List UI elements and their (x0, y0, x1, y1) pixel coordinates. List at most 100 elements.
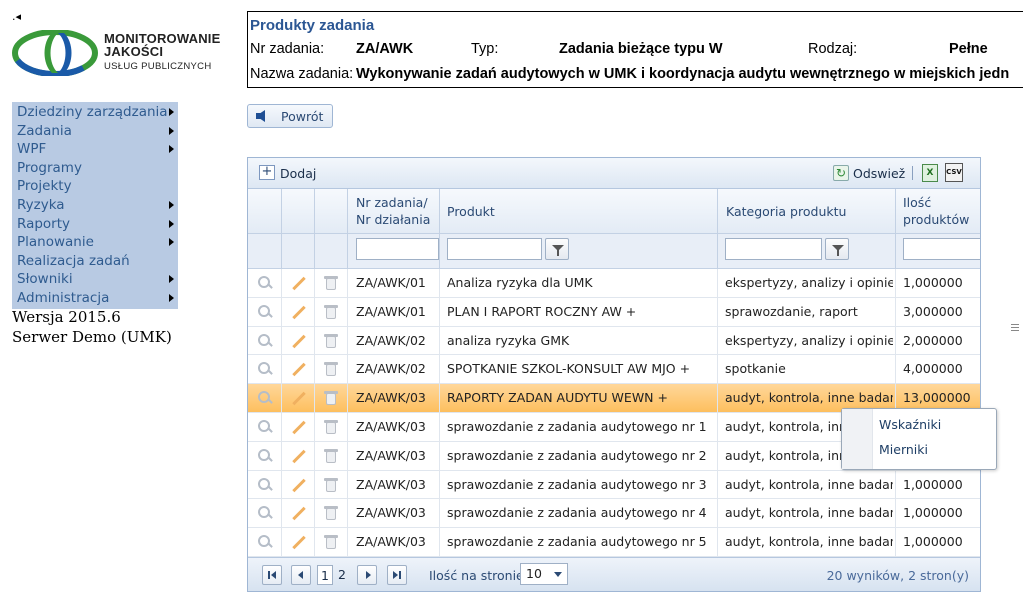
pencil-icon[interactable] (290, 275, 306, 291)
excel-export-icon[interactable]: X (922, 164, 938, 182)
menu-item[interactable]: Planowanie (12, 233, 178, 252)
column-ilosc-line1: Ilość (903, 195, 932, 210)
menu-item[interactable]: Dziedziny zarządzania (12, 103, 178, 122)
magnifier-icon[interactable] (257, 448, 273, 464)
column-ilosc[interactable]: Ilość produktów (903, 194, 969, 228)
pencil-icon[interactable] (290, 333, 306, 349)
submenu-arrow-icon (169, 293, 174, 302)
filter-kategoria-input[interactable] (725, 238, 822, 260)
add-button[interactable]: Dodaj (280, 166, 316, 181)
cell-nr: ZA/AWK/02 (356, 361, 426, 377)
filter-kategoria-button[interactable] (825, 238, 849, 260)
logo: MONITOROWANIE JAKOŚCI USŁUG PUBLICZNYCH (12, 30, 244, 78)
table-row[interactable]: ZA/AWK/03 sprawozdanie z zadania audytowe… (248, 499, 980, 529)
server-label: Serwer Demo (UMK) (12, 328, 172, 346)
nazwa-value: Wykonywanie zadań audytowych w UMK i koo… (356, 66, 1010, 82)
magnifier-icon[interactable] (257, 304, 273, 320)
last-page-button[interactable] (387, 565, 407, 585)
menu-item-label: Administracja (17, 289, 110, 306)
table-row[interactable]: ZA/AWK/02 SPOTKANIE SZKOL-KONSULT AW MJO … (248, 355, 980, 385)
pencil-icon[interactable] (290, 505, 306, 521)
trash-icon[interactable] (323, 419, 339, 435)
menu-item[interactable]: WPF (12, 140, 178, 159)
menu-item[interactable]: Projekty (12, 177, 178, 196)
menu-item[interactable]: Słowniki (12, 270, 178, 289)
menu-item[interactable]: Realizacja zadań (12, 252, 178, 271)
prev-page-button[interactable] (291, 565, 311, 585)
trash-icon[interactable] (323, 304, 339, 320)
grid-toolbar: + Dodaj ↻ Odswiež X CSV (248, 158, 980, 189)
refresh-icon[interactable]: ↻ (833, 165, 849, 181)
menu-item[interactable]: Ryzyka (12, 196, 178, 215)
cell-produkt: sprawozdanie z zadania audytowego nr 2 (447, 447, 707, 463)
pencil-icon[interactable] (290, 304, 306, 320)
menu-item[interactable]: Raporty (12, 215, 178, 234)
cell-nr: ZA/AWK/03 (356, 418, 426, 434)
trash-icon[interactable] (323, 448, 339, 464)
trash-icon[interactable] (323, 477, 339, 493)
column-nr[interactable]: Nr zadania/ Nr działania (356, 194, 430, 228)
menu-item[interactable]: Administracja (12, 289, 178, 308)
pencil-icon[interactable] (290, 477, 306, 493)
cell-produkt: SPOTKANIE SZKOL-KONSULT AW MJO + (447, 361, 691, 377)
trash-icon[interactable] (323, 505, 339, 521)
magnifier-icon[interactable] (257, 333, 273, 349)
pencil-icon[interactable] (290, 361, 306, 377)
submenu-arrow-icon (169, 126, 174, 135)
products-grid: + Dodaj ↻ Odswiež X CSV Nr zadania/ Nr d… (247, 157, 981, 592)
magnifier-icon[interactable] (257, 390, 273, 406)
filter-produkt-button[interactable] (545, 238, 569, 260)
menu-item[interactable]: Programy (12, 159, 178, 178)
column-nr-line2: Nr działania (356, 212, 431, 227)
back-button[interactable]: Powrót (247, 104, 333, 128)
trash-icon[interactable] (323, 534, 339, 550)
page-2-button[interactable]: 2 (336, 565, 348, 585)
next-page-button[interactable] (357, 565, 377, 585)
magnifier-icon[interactable] (257, 505, 273, 521)
browser-back-icon[interactable]: .◂ (12, 10, 21, 23)
trash-icon[interactable] (323, 390, 339, 406)
magnifier-icon[interactable] (257, 361, 273, 377)
refresh-button[interactable]: Odswiež (853, 166, 905, 181)
grid-filter-row (248, 234, 980, 269)
menu-item-label: Dziedziny zarządzania (17, 104, 168, 120)
scrollbar-grip[interactable] (1011, 324, 1019, 334)
table-row[interactable]: ZA/AWK/03 sprawozdanie z zadania audytowe… (248, 528, 980, 557)
menu-item-label: Słowniki (17, 271, 73, 288)
pencil-icon[interactable] (290, 390, 306, 406)
magnifier-icon[interactable] (257, 477, 273, 493)
csv-export-icon[interactable]: CSV (945, 163, 963, 182)
magnifier-icon[interactable] (257, 419, 273, 435)
pencil-icon[interactable] (290, 448, 306, 464)
page-1-button[interactable]: 1 (317, 565, 333, 585)
magnifier-icon[interactable] (257, 534, 273, 550)
submenu-arrow-icon (169, 145, 174, 154)
filter-nr-input[interactable] (356, 238, 439, 260)
column-produkt[interactable]: Produkt (447, 203, 495, 220)
table-row[interactable]: ZA/AWK/01 PLAN I RAPORT ROCZNY AW + sprawo… (248, 297, 980, 327)
table-row[interactable]: ZA/AWK/01 Analiza ryzyka dla UMK ekspertyz… (248, 269, 980, 298)
magnifier-icon[interactable] (257, 275, 273, 291)
menu-item-label: Zadania (17, 122, 72, 139)
page-size-select[interactable]: 10 (520, 563, 568, 585)
filter-ilosc-input[interactable] (903, 238, 980, 260)
trash-icon[interactable] (323, 333, 339, 349)
table-row[interactable]: ZA/AWK/03 sprawozdanie z zadania audytowe… (248, 470, 980, 500)
context-item-mierniki[interactable]: Mierniki (879, 442, 928, 457)
column-kategoria[interactable]: Kategoria produktu (726, 203, 846, 220)
pencil-icon[interactable] (290, 419, 306, 435)
trash-icon[interactable] (323, 275, 339, 291)
table-row[interactable]: ZA/AWK/02 analiza ryzyka GMK ekspertyzy, a… (248, 326, 980, 356)
cell-ilosc: 1,000000 (903, 505, 963, 521)
first-page-button[interactable] (262, 565, 282, 585)
pencil-icon[interactable] (290, 534, 306, 550)
context-item-wskazniki[interactable]: Wskaźniki (879, 417, 941, 432)
trash-icon[interactable] (323, 361, 339, 377)
add-icon[interactable]: + (259, 165, 275, 180)
logo-line-2: JAKOŚCI (104, 44, 164, 59)
filter-produkt-input[interactable] (447, 238, 542, 260)
main-menu: Dziedziny zarządzania Zadania WPF Programy P… (12, 102, 178, 309)
menu-item[interactable]: Zadania (12, 122, 178, 141)
cell-nr: ZA/AWK/03 (356, 505, 426, 521)
context-menu-gutter (842, 409, 873, 469)
